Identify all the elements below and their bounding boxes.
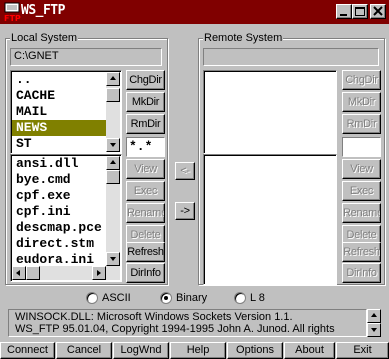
file-item[interactable]: cpf.exe: [12, 188, 106, 204]
local-rmdir-button[interactable]: RmDir: [126, 114, 165, 134]
remote-path-field[interactable]: [203, 48, 379, 66]
remote-chgdir-button[interactable]: ChgDir: [342, 70, 381, 90]
title-bar[interactable]: FTP WS_FTP: [0, 0, 389, 24]
remote-view-button[interactable]: View: [342, 159, 381, 179]
minimize-icon: [340, 14, 347, 16]
local-file-list[interactable]: ansi.dll bye.cmd cpf.exe cpf.ini descmap…: [12, 156, 106, 266]
local-path-field[interactable]: C:\GNET: [10, 48, 162, 66]
directory-item[interactable]: CACHE: [12, 88, 106, 104]
remote-file-mask-input[interactable]: [342, 137, 381, 157]
remote-mkdir-button[interactable]: MkDir: [342, 92, 381, 112]
local-directory-scrollbar[interactable]: [106, 72, 120, 152]
transfer-to-local-button[interactable]: <-: [175, 162, 195, 180]
status-log[interactable]: WINSOCK.DLL: Microsoft Windows Sockets V…: [8, 309, 367, 337]
svg-text:FTP: FTP: [4, 14, 21, 22]
maximize-icon: [355, 7, 365, 16]
arrow-down-icon: [110, 143, 116, 147]
transfer-to-remote-button[interactable]: ->: [175, 202, 195, 220]
file-item[interactable]: bye.cmd: [12, 172, 106, 188]
connect-button[interactable]: Connect: [0, 342, 55, 359]
arrow-right-icon: [97, 270, 101, 276]
local-file-mask-input[interactable]: *.*: [126, 137, 165, 157]
remote-refresh-button[interactable]: Refresh: [342, 242, 381, 262]
scroll-left-button[interactable]: [12, 266, 26, 280]
radio-binary-circle[interactable]: [160, 292, 172, 304]
scroll-thumb[interactable]: [106, 88, 120, 102]
radio-l8-label: L 8: [250, 292, 265, 304]
file-item[interactable]: descmap.pce: [12, 220, 106, 236]
radio-ascii-label: ASCII: [102, 292, 131, 304]
radio-ascii-circle[interactable]: [86, 292, 98, 304]
radio-selected-dot: [164, 296, 168, 300]
close-icon: [373, 6, 383, 16]
arrow-up-icon: [371, 313, 377, 317]
local-view-button[interactable]: View: [126, 159, 165, 179]
file-item[interactable]: direct.stm: [12, 236, 106, 252]
help-button[interactable]: Help: [170, 342, 226, 359]
scroll-right-button[interactable]: [92, 266, 106, 280]
maximize-button[interactable]: [352, 4, 368, 19]
minimize-button[interactable]: [336, 4, 352, 19]
local-directory-list[interactable]: .. CACHE MAIL NEWS ST: [12, 72, 106, 152]
local-refresh-button[interactable]: Refresh: [126, 242, 165, 262]
arrow-up-icon: [110, 160, 116, 164]
local-file-vscrollbar[interactable]: [106, 156, 120, 266]
remote-directory-list[interactable]: [203, 70, 337, 154]
scroll-up-button[interactable]: [106, 72, 120, 86]
directory-item[interactable]: ST: [12, 136, 106, 152]
scroll-thumb[interactable]: [106, 170, 120, 184]
log-line: WINSOCK.DLL: Microsoft Windows Sockets V…: [15, 311, 293, 323]
arrow-down-icon: [371, 328, 377, 332]
scroll-down-button[interactable]: [106, 138, 120, 152]
file-item[interactable]: ansi.dll: [12, 156, 106, 172]
ws-ftp-window: FTP WS_FTP Local System C:\GNET .. CACHE…: [0, 0, 389, 359]
ftp-app-icon[interactable]: FTP: [3, 2, 21, 23]
radio-binary-label: Binary: [176, 292, 208, 304]
directory-item[interactable]: ..: [12, 72, 106, 88]
scroll-thumb[interactable]: [26, 266, 40, 280]
scroll-down-button[interactable]: [106, 252, 120, 266]
bottom-button-bar: Connect Cancel LogWnd Help Options About…: [0, 341, 389, 359]
local-chgdir-button[interactable]: ChgDir: [126, 70, 165, 90]
remote-rename-button[interactable]: Rename: [342, 203, 381, 223]
file-item[interactable]: eudora.ini: [12, 252, 106, 266]
radio-ascii[interactable]: ASCII: [86, 291, 131, 305]
remote-rmdir-button[interactable]: RmDir: [342, 114, 381, 134]
arrow-up-icon: [110, 76, 116, 80]
remote-exec-button[interactable]: Exec: [342, 181, 381, 201]
radio-l8[interactable]: L 8: [234, 291, 265, 305]
local-dirinfo-button[interactable]: DirInfo: [126, 263, 165, 283]
directory-item-selected[interactable]: NEWS: [12, 120, 106, 136]
cancel-button[interactable]: Cancel: [56, 342, 112, 359]
radio-l8-circle[interactable]: [234, 292, 246, 304]
scroll-up-button[interactable]: [106, 156, 120, 170]
directory-item[interactable]: MAIL: [12, 104, 106, 120]
logwnd-button[interactable]: LogWnd: [113, 342, 169, 359]
local-rename-button[interactable]: Rename: [126, 203, 165, 223]
window-title: WS_FTP: [21, 3, 65, 18]
local-file-hscrollbar[interactable]: [12, 266, 120, 280]
radio-binary[interactable]: Binary: [160, 291, 207, 305]
exit-button[interactable]: Exit: [336, 342, 389, 359]
remote-file-list[interactable]: [203, 154, 337, 285]
remote-dirinfo-button[interactable]: DirInfo: [342, 263, 381, 283]
close-button[interactable]: [370, 4, 386, 19]
arrow-down-icon: [110, 257, 116, 261]
scroll-up-button[interactable]: [367, 309, 381, 323]
local-exec-button[interactable]: Exec: [126, 181, 165, 201]
local-system-label: Local System: [10, 32, 79, 44]
remote-system-label: Remote System: [203, 32, 284, 44]
arrow-left-icon: [16, 270, 20, 276]
file-item[interactable]: cpf.ini: [12, 204, 106, 220]
about-button[interactable]: About: [284, 342, 335, 359]
log-scrollbar[interactable]: [367, 309, 381, 337]
log-line: WS_FTP 95.01.04, Copyright 1994-1995 Joh…: [15, 323, 335, 335]
local-mkdir-button[interactable]: MkDir: [126, 92, 165, 112]
options-button[interactable]: Options: [227, 342, 283, 359]
scroll-down-button[interactable]: [367, 323, 381, 337]
